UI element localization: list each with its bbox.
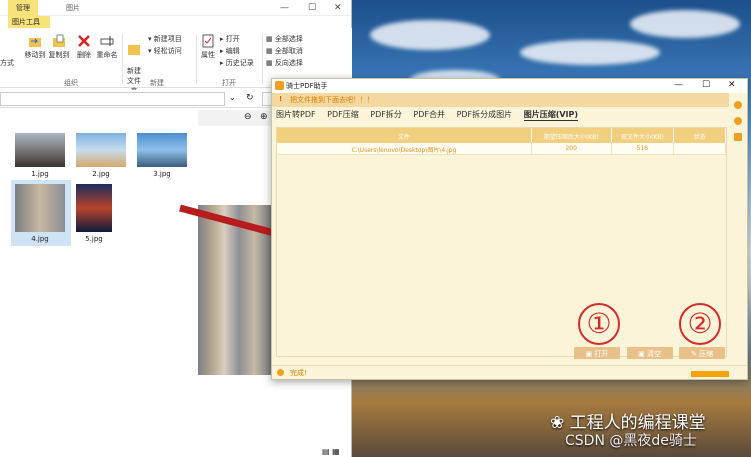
shortcut-label: 方式 [0,59,14,67]
window-title: 骑士PDF助手 [286,82,328,90]
address-input[interactable] [0,92,225,106]
select-none-button[interactable]: ▦ 全部取消 [266,46,303,56]
warning-icon: ! [279,95,283,103]
ribbon-divider [262,34,263,84]
column-header: 文件 [277,128,532,143]
pdf-titlebar: 骑士PDF助手 — ☐ ✕ [272,79,747,93]
explorer-titlebar: 管理 图片 — ☐ ✕ [0,0,351,16]
thumbnail-image [15,133,65,167]
thumbnail-image [76,184,112,232]
ribbon-divider [122,34,123,84]
maximize-icon[interactable]: ☐ [308,3,316,13]
tab-image-compress[interactable]: 图片压缩(VIP) [523,109,579,121]
file-thumb-3[interactable]: 3.jpg [137,133,187,178]
progress-bar [691,371,729,377]
info-icon[interactable] [734,101,742,109]
file-table: 文件 期望压缩后大小(KB) 现文件大小(KB) 状态 C:\Users\len… [276,127,727,357]
status-text: 完成! [290,369,307,377]
tab-pdf-split[interactable]: PDF拆分 [370,109,402,120]
pdf-helper-window: 骑士PDF助手 — ☐ ✕ ! 把文件拖到下面去吧！！！ 图片转PDF PDF压… [271,78,748,380]
thumbnail-image [15,184,65,232]
history-button[interactable]: ▸ 历史记录 [220,58,254,68]
mail-icon[interactable] [734,133,742,141]
tab-pdf-to-images[interactable]: PDF拆分成图片 [457,109,513,120]
properties-button[interactable]: 属性 [200,34,216,60]
ribbon-subtab-picture-tools[interactable]: 图片工具 [8,16,50,28]
close-icon[interactable]: ✕ [334,3,342,13]
minimize-icon[interactable]: — [674,80,683,90]
copy-to-button[interactable]: 复制到 [48,34,70,60]
invert-selection-button[interactable]: ▦ 反向选择 [266,58,303,68]
table-header: 文件 期望压缩后大小(KB) 现文件大小(KB) 状态 [277,128,726,143]
cell-current-size: 516 [612,143,675,154]
column-header: 期望压缩后大小(KB) [532,128,612,143]
watermark-line2: CSDN @黑夜de骑士 [565,433,697,449]
table-row[interactable]: C:\Users\lenovo\Desktop\图片\4.jpg 200 516 [277,143,726,155]
clear-button[interactable]: ▣ 清空 [626,347,673,359]
file-thumb-1[interactable]: 1.jpg [15,133,65,178]
tab-image-to-pdf[interactable]: 图片转PDF [276,109,316,120]
group-label-open: 打开 [222,79,236,87]
folder-arrow-icon [29,38,41,47]
open-button[interactable]: ▣ 打开 [574,347,620,359]
side-toolbar [729,93,747,359]
dropdown-icon[interactable]: ⌄ [229,93,236,102]
file-thumb-2[interactable]: 2.jpg [76,133,126,178]
refresh-icon[interactable]: ↻ [246,93,254,103]
thumbnail-image [76,133,126,167]
cell-status [674,143,726,154]
drop-hint-bar: ! 把文件拖到下面去吧！！！ [272,93,747,107]
file-thumb-4[interactable]: 4.jpg [15,184,65,243]
rename-button[interactable]: 重命名 [96,34,118,60]
tool-tabs: 图片转PDF PDF压缩 PDF拆分 PDF合并 PDF拆分成图片 图片压缩(V… [276,109,587,123]
maximize-icon[interactable]: ☐ [702,80,710,90]
move-to-button[interactable]: 移动到 [24,34,46,60]
tab-pdf-merge[interactable]: PDF合并 [413,109,445,120]
group-label-new: 新建 [150,79,164,87]
ribbon-divider [196,34,197,84]
column-header: 现文件大小(KB) [612,128,675,143]
rename-icon [100,36,114,46]
delete-x-icon [78,35,90,47]
edit-button[interactable]: ▸ 编辑 [220,46,240,56]
zoom-in-icon[interactable]: ⊕ [260,112,268,122]
column-header: 状态 [674,128,726,143]
cell-target-size[interactable]: 200 [532,143,612,154]
vip-icon[interactable] [734,117,742,125]
tab-pdf-compress[interactable]: PDF压缩 [327,109,359,120]
properties-check-icon [202,34,214,48]
app-logo-icon [275,81,284,90]
view-mode-icon[interactable]: ▤ ▦ [322,447,340,456]
annotation-circle-1: ① [578,303,620,345]
group-label-organize: 组织 [64,79,78,87]
zoom-out-icon[interactable]: ⊖ [244,112,252,122]
new-item-button[interactable]: ▾ 新建项目 [148,34,182,44]
ribbon-tab-manage[interactable]: 管理 [8,0,38,16]
cell-file: C:\Users\lenovo\Desktop\图片\4.jpg [277,143,532,154]
open-button[interactable]: ▸ 打开 [220,34,240,44]
action-buttons: ▣ 打开 ▣ 清空 ✎ 压缩 [574,347,729,359]
close-icon[interactable]: ✕ [728,80,736,90]
status-icon [277,369,284,376]
new-folder-icon [128,45,140,55]
thumbnail-image [137,133,187,167]
easy-access-button[interactable]: ▾ 轻松访问 [148,46,182,56]
new-folder-button[interactable]: 新建 文件夹 [124,34,144,96]
delete-button[interactable]: 删除 [76,34,92,60]
status-bar: 完成! [272,365,747,379]
drop-hint-text: 把文件拖到下面去吧！！！ [290,96,374,104]
file-thumb-5[interactable]: 5.jpg [76,184,112,243]
minimize-icon[interactable]: — [280,3,289,13]
compress-button[interactable]: ✎ 压缩 [679,347,726,359]
select-all-button[interactable]: ▦ 全部选择 [266,34,303,44]
annotation-circle-2: ② [679,303,721,345]
ribbon-tab-picture[interactable]: 图片 [58,0,88,16]
folder-copy-icon [53,34,65,47]
